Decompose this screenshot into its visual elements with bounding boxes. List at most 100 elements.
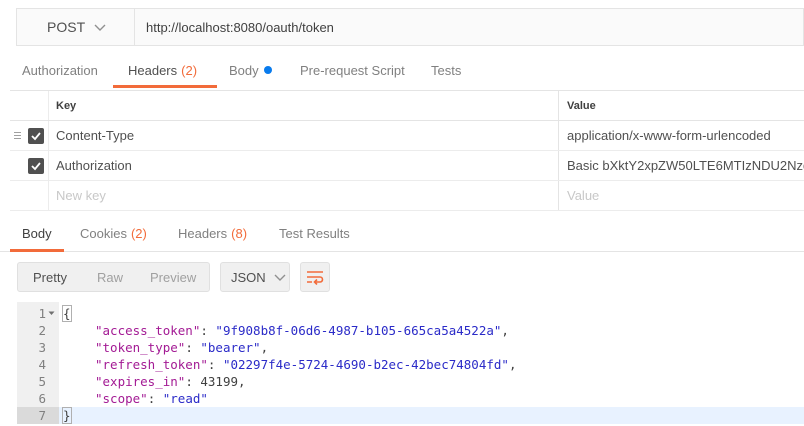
tab-response-body[interactable]: Body: [10, 216, 64, 252]
column-divider: [48, 151, 49, 180]
code-line: 3 "token_type": "bearer",: [17, 339, 804, 356]
code-line-content: }: [62, 407, 72, 424]
code-line: 4 "refresh_token": "02297f4e-5724-4690-b2…: [17, 356, 804, 373]
code-line: 7}: [17, 407, 804, 424]
column-divider: [48, 181, 49, 210]
tab-label: Cookies: [80, 226, 127, 241]
line-number: 7: [38, 408, 46, 423]
check-icon: [31, 132, 41, 141]
json-value: "bearer": [200, 340, 261, 355]
tab-count: (8): [231, 226, 248, 241]
tab-label: Headers: [128, 62, 178, 78]
view-preview-button[interactable]: Preview: [150, 270, 196, 285]
json-separator: :: [147, 391, 163, 406]
code-line-content: "scope": "read": [95, 390, 208, 407]
new-key-input[interactable]: New key: [56, 188, 106, 203]
json-value: "9f908b8f-06d6-4987-b105-665ca5a4522a": [215, 323, 502, 338]
tab-label: Authorization: [22, 62, 98, 78]
json-value: 43199: [200, 374, 239, 389]
header-value-input[interactable]: Basic bXktY2xpZW50LTE6MTIzNDU2Nzg=: [567, 158, 804, 173]
chevron-down-icon: [274, 274, 286, 281]
row-checkbox[interactable]: [28, 158, 44, 174]
method-select[interactable]: POST: [17, 9, 135, 45]
column-divider: [558, 151, 559, 180]
json-brace: }: [62, 407, 72, 424]
tab-label: Headers: [178, 226, 228, 241]
json-value: "read": [162, 391, 208, 406]
fold-toggle-icon[interactable]: [48, 310, 55, 317]
code-line-content: "token_type": "bearer",: [95, 339, 268, 356]
modified-dot-icon: [263, 66, 272, 74]
json-key: "token_type": [95, 340, 186, 355]
header-key-input[interactable]: Authorization: [56, 158, 132, 173]
tab-label: Tests: [431, 62, 462, 78]
view-pretty-button[interactable]: Pretty: [33, 270, 67, 285]
code-line: 2 "access_token": "9f908b8f-06d6-4987-b10…: [17, 322, 804, 339]
code-line-content: "refresh_token": "02297f4e-5724-4690-b2e…: [95, 356, 516, 373]
column-divider: [558, 121, 559, 150]
line-number: 3: [38, 340, 46, 355]
new-value-input[interactable]: Value: [567, 188, 804, 203]
json-key: "expires_in": [95, 374, 186, 389]
request-bar: POST http://localhost:8080/oauth/token: [16, 8, 804, 46]
json-separator: :: [200, 323, 216, 338]
table-row: Authorization Basic bXktY2xpZW50LTE6MTIz…: [10, 151, 804, 181]
wrap-lines-button[interactable]: [300, 262, 330, 292]
code-line: 1{: [17, 305, 804, 322]
json-key: "scope": [95, 391, 148, 406]
code-line: 5 "expires_in": 43199,: [17, 373, 804, 390]
headers-table: Key Value Content-Type application/x-www…: [10, 90, 804, 211]
column-divider: [48, 91, 49, 120]
tab-response-headers[interactable]: Headers (8): [178, 216, 247, 251]
json-brace: {: [62, 305, 72, 322]
chevron-down-icon: [94, 24, 106, 31]
response-tabs: Body Cookies (2) Headers (8) Test Result…: [0, 216, 804, 252]
format-label: JSON: [231, 269, 266, 285]
check-icon: [31, 162, 41, 171]
tab-test-results[interactable]: Test Results: [279, 216, 350, 251]
table-row-new: New key Value: [10, 181, 804, 211]
code-line: 6 "scope": "read": [17, 390, 804, 407]
response-body-editor[interactable]: 1{2 "access_token": "9f908b8f-06d6-4987-b…: [17, 302, 804, 424]
method-label: POST: [47, 19, 86, 35]
tab-count: (2): [181, 62, 198, 78]
line-number: 6: [38, 391, 46, 406]
tab-label: Body: [22, 226, 52, 241]
table-header-row: Key Value: [10, 91, 804, 121]
json-separator: :: [185, 340, 201, 355]
view-raw-button[interactable]: Raw: [97, 270, 123, 285]
code-line-content: "access_token": "9f908b8f-06d6-4987-b105…: [95, 322, 509, 339]
url-input[interactable]: http://localhost:8080/oauth/token: [135, 20, 334, 35]
column-divider: [48, 121, 49, 150]
line-number: 4: [38, 357, 46, 372]
line-number: 1: [38, 306, 46, 321]
row-checkbox[interactable]: [28, 128, 44, 144]
json-key: "access_token": [95, 323, 201, 338]
json-comma: ,: [508, 357, 517, 372]
tab-authorization[interactable]: Authorization: [22, 52, 98, 88]
view-mode-selector: Pretty Raw Preview: [17, 262, 210, 292]
format-select[interactable]: JSON: [220, 262, 290, 292]
drag-handle-icon[interactable]: [14, 132, 21, 141]
json-comma: ,: [501, 323, 509, 338]
header-key-input[interactable]: Content-Type: [56, 128, 134, 143]
header-value-input[interactable]: application/x-www-form-urlencoded: [567, 128, 804, 143]
column-header-value: Value: [567, 99, 596, 112]
json-key: "refresh_token": [95, 357, 208, 372]
column-divider: [558, 91, 559, 120]
json-value: "02297f4e-5724-4690-b2ec-42bec74804fd": [222, 357, 509, 372]
tab-body[interactable]: Body: [229, 52, 272, 88]
tab-cookies[interactable]: Cookies (2): [80, 216, 147, 251]
line-number: 2: [38, 323, 46, 338]
tab-pre-request-script[interactable]: Pre-request Script: [300, 52, 405, 88]
json-separator: :: [185, 374, 201, 389]
code-line-content: "expires_in": 43199,: [95, 373, 246, 390]
tab-count: (2): [130, 226, 147, 241]
tab-label: Test Results: [279, 226, 350, 241]
tab-tests[interactable]: Tests: [431, 52, 461, 88]
json-separator: :: [207, 357, 223, 372]
json-comma: ,: [260, 340, 269, 355]
tab-headers[interactable]: Headers (2): [112, 52, 218, 88]
tab-label: Body: [229, 62, 259, 78]
column-divider: [558, 181, 559, 210]
